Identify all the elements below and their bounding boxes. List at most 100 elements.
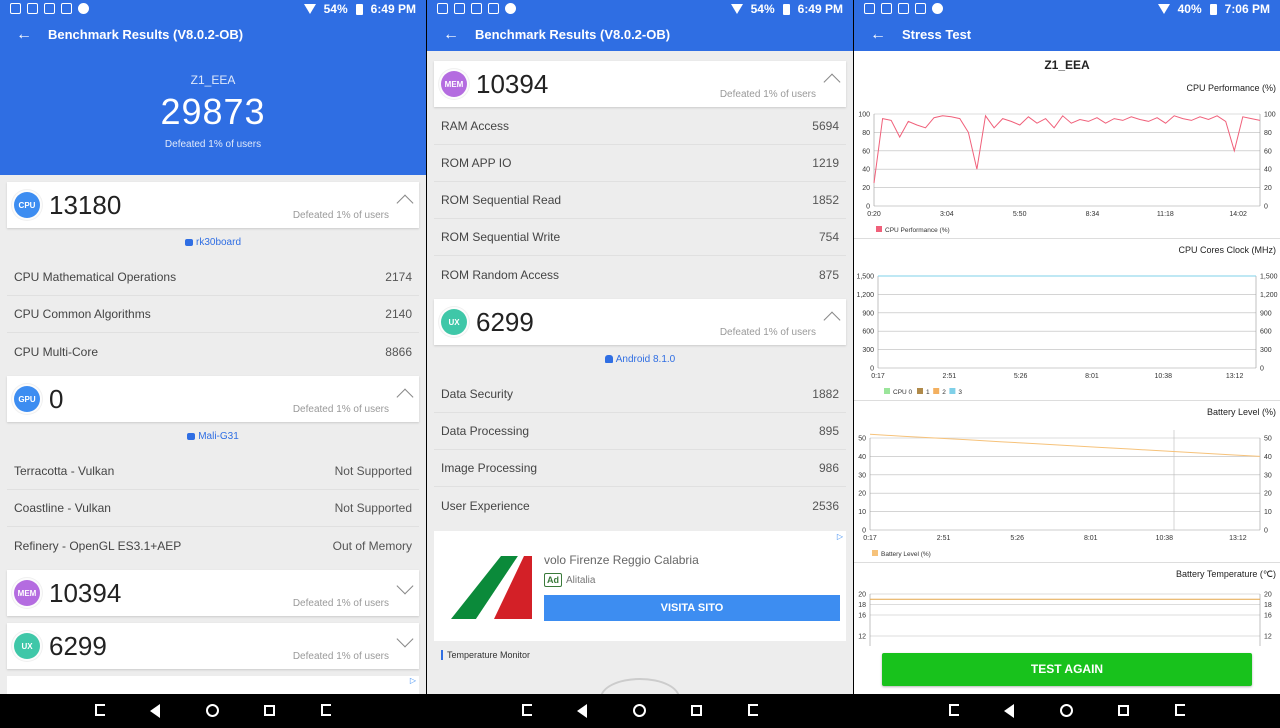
- volume-down-icon[interactable]: [95, 704, 105, 716]
- row-label: RAM Access: [441, 119, 510, 133]
- cpu-card-header[interactable]: CPU 13180 Defeated 1% of users: [7, 182, 419, 228]
- list-item: ROM Sequential Read 1852: [434, 182, 846, 219]
- benchmark-details-panel: 54% 6:49 PM ← Benchmark Results (V8.0.2-O…: [427, 0, 853, 694]
- x-tick-label: 5:50: [1013, 211, 1027, 218]
- back-nav-icon[interactable]: [150, 704, 160, 718]
- row-value: Not Supported: [334, 464, 412, 478]
- wifi-icon: [1157, 4, 1170, 14]
- volume-up-icon[interactable]: [321, 704, 331, 716]
- chip-icon: [187, 432, 196, 440]
- section-heading: Temperature Monitor: [441, 650, 530, 660]
- cpu-board-link[interactable]: rk30board: [0, 228, 426, 258]
- ux-card-header[interactable]: UX 6299 Defeated 1% of users: [7, 623, 419, 669]
- cpu-clock-svg: 0 0 300 300 600 600 900 900 1,200 1,200 1,500 1,500…: [856, 274, 1277, 397]
- back-nav-icon[interactable]: [577, 704, 587, 718]
- battery-percent: 54%: [750, 2, 775, 16]
- battery-level-svg: 0 0 10 10 20 20 30 30 40 40 50 50 0:17 2:51 5:26 8:01 10…: [858, 430, 1272, 558]
- battery-icon: [1209, 3, 1217, 15]
- home-icon[interactable]: [633, 704, 646, 717]
- back-nav-icon[interactable]: [1004, 704, 1014, 718]
- y-tick-label-right: 20: [1264, 592, 1272, 599]
- mem-card-header[interactable]: MEM 10394 Defeated 1% of users: [7, 570, 419, 616]
- ux-card-header[interactable]: UX 6299 Defeated 1% of users: [434, 299, 846, 345]
- x-tick-label: 13:12: [1229, 535, 1247, 542]
- ad-info-icon[interactable]: ▷: [410, 676, 416, 685]
- test-again-button[interactable]: TEST AGAIN: [882, 653, 1252, 686]
- row-value: Not Supported: [334, 501, 412, 515]
- row-value: 2140: [385, 307, 412, 321]
- y-tick-label-right: 80: [1264, 130, 1272, 137]
- expand-chevron-icon[interactable]: [396, 577, 414, 595]
- cpu-clock-chart: CPU Cores Clock (MHz) 0 0 300 300 600 600 900 9…: [854, 240, 1280, 400]
- gpu-card-header[interactable]: GPU 0 Defeated 1% of users: [7, 376, 419, 422]
- x-tick-label: 0:20: [867, 211, 881, 218]
- gpu-chip-link[interactable]: Mali-G31: [0, 422, 426, 452]
- visit-site-button[interactable]: VISITA SITO: [544, 595, 840, 621]
- ux-score: 6299: [476, 306, 534, 337]
- stress-test-panel: 40% 7:06 PM ← Stress Test Z1_EEA CPU Perf…: [854, 0, 1280, 694]
- page-title: Stress Test: [902, 27, 972, 42]
- home-icon[interactable]: [206, 704, 219, 717]
- mem-card-header[interactable]: MEM 10394 Defeated 1% of users: [434, 61, 846, 107]
- recents-icon[interactable]: [1118, 705, 1129, 716]
- collapse-chevron-icon[interactable]: [823, 73, 841, 91]
- back-arrow-icon[interactable]: ←: [854, 26, 902, 44]
- y-tick-label: 40: [858, 454, 866, 461]
- y-tick-label-right: 60: [1264, 148, 1272, 155]
- cpu-performance-line: [873, 114, 1261, 184]
- clock: 6:49 PM: [797, 2, 843, 16]
- cpu-performance-chart: CPU Performance (%) 0 0 20 20 40 40 60 60 80 80 10…: [854, 78, 1280, 238]
- collapse-chevron-icon[interactable]: [823, 311, 841, 329]
- y-tick-label: 40: [862, 167, 870, 174]
- y-tick-label-right: 50: [1264, 436, 1272, 443]
- row-value: Out of Memory: [332, 538, 412, 553]
- app-bar: ← Stress Test: [854, 18, 1280, 51]
- row-value: 2174: [385, 270, 412, 284]
- row-value: 895: [818, 424, 839, 438]
- collapse-chevron-icon[interactable]: [396, 194, 414, 212]
- volume-up-icon[interactable]: [748, 704, 758, 716]
- back-arrow-icon[interactable]: ←: [427, 26, 475, 44]
- android-icon: [604, 355, 613, 364]
- chip-icon: [184, 238, 193, 246]
- x-tick-label: 2:51: [943, 373, 957, 380]
- collapse-chevron-icon[interactable]: [396, 388, 414, 406]
- y-tick-label: 20: [858, 491, 866, 498]
- list-item: CPU Multi-Core 8866: [7, 333, 419, 370]
- android-version-link[interactable]: Android 8.1.0: [427, 345, 853, 375]
- row-label: CPU Common Algorithms: [14, 307, 151, 321]
- advertisement[interactable]: volo Firenze Reggio Calabria Ad Alitalia…: [434, 531, 846, 641]
- recents-icon[interactable]: [264, 705, 275, 716]
- y-tick-label-right: 0: [1260, 366, 1264, 373]
- y-tick-label-right: 40: [1264, 454, 1272, 461]
- list-item: CPU Mathematical Operations 2174: [7, 259, 419, 296]
- recents-icon[interactable]: [691, 705, 702, 716]
- battery-icon: [355, 3, 363, 15]
- y-tick-label-right: 900: [1260, 310, 1272, 317]
- gpu-badge: GPU: [14, 386, 40, 412]
- x-tick-label: 8:01: [1084, 535, 1098, 542]
- volume-down-icon[interactable]: [522, 704, 532, 716]
- legend-label: CPU Performance (%): [885, 227, 950, 234]
- row-label: ROM Sequential Write: [441, 230, 561, 244]
- volume-up-icon[interactable]: [1175, 704, 1185, 716]
- y-tick-label: 600: [862, 329, 874, 336]
- list-item: Data Processing 895: [434, 413, 846, 450]
- alitalia-logo-icon: [451, 556, 532, 619]
- back-arrow-icon[interactable]: ←: [0, 26, 48, 44]
- notification-icons: [864, 3, 943, 14]
- list-item: Image Processing 986: [434, 450, 846, 487]
- mem-score: 10394: [49, 577, 122, 608]
- home-icon[interactable]: [1060, 704, 1073, 717]
- y-tick-label: 0: [870, 366, 874, 373]
- row-label: Coastline - Vulkan: [14, 501, 111, 515]
- ad-title: volo Firenze Reggio Calabria: [544, 553, 699, 567]
- row-label: CPU Multi-Core: [14, 344, 99, 359]
- cpu-badge: CPU: [14, 192, 40, 218]
- y-tick-label-right: 0: [1264, 528, 1268, 535]
- y-tick-label: 0: [862, 528, 866, 535]
- x-tick-label: 5:26: [1010, 535, 1024, 542]
- volume-down-icon[interactable]: [949, 704, 959, 716]
- ad-info-icon[interactable]: ▷: [837, 532, 843, 541]
- expand-chevron-icon[interactable]: [396, 630, 414, 648]
